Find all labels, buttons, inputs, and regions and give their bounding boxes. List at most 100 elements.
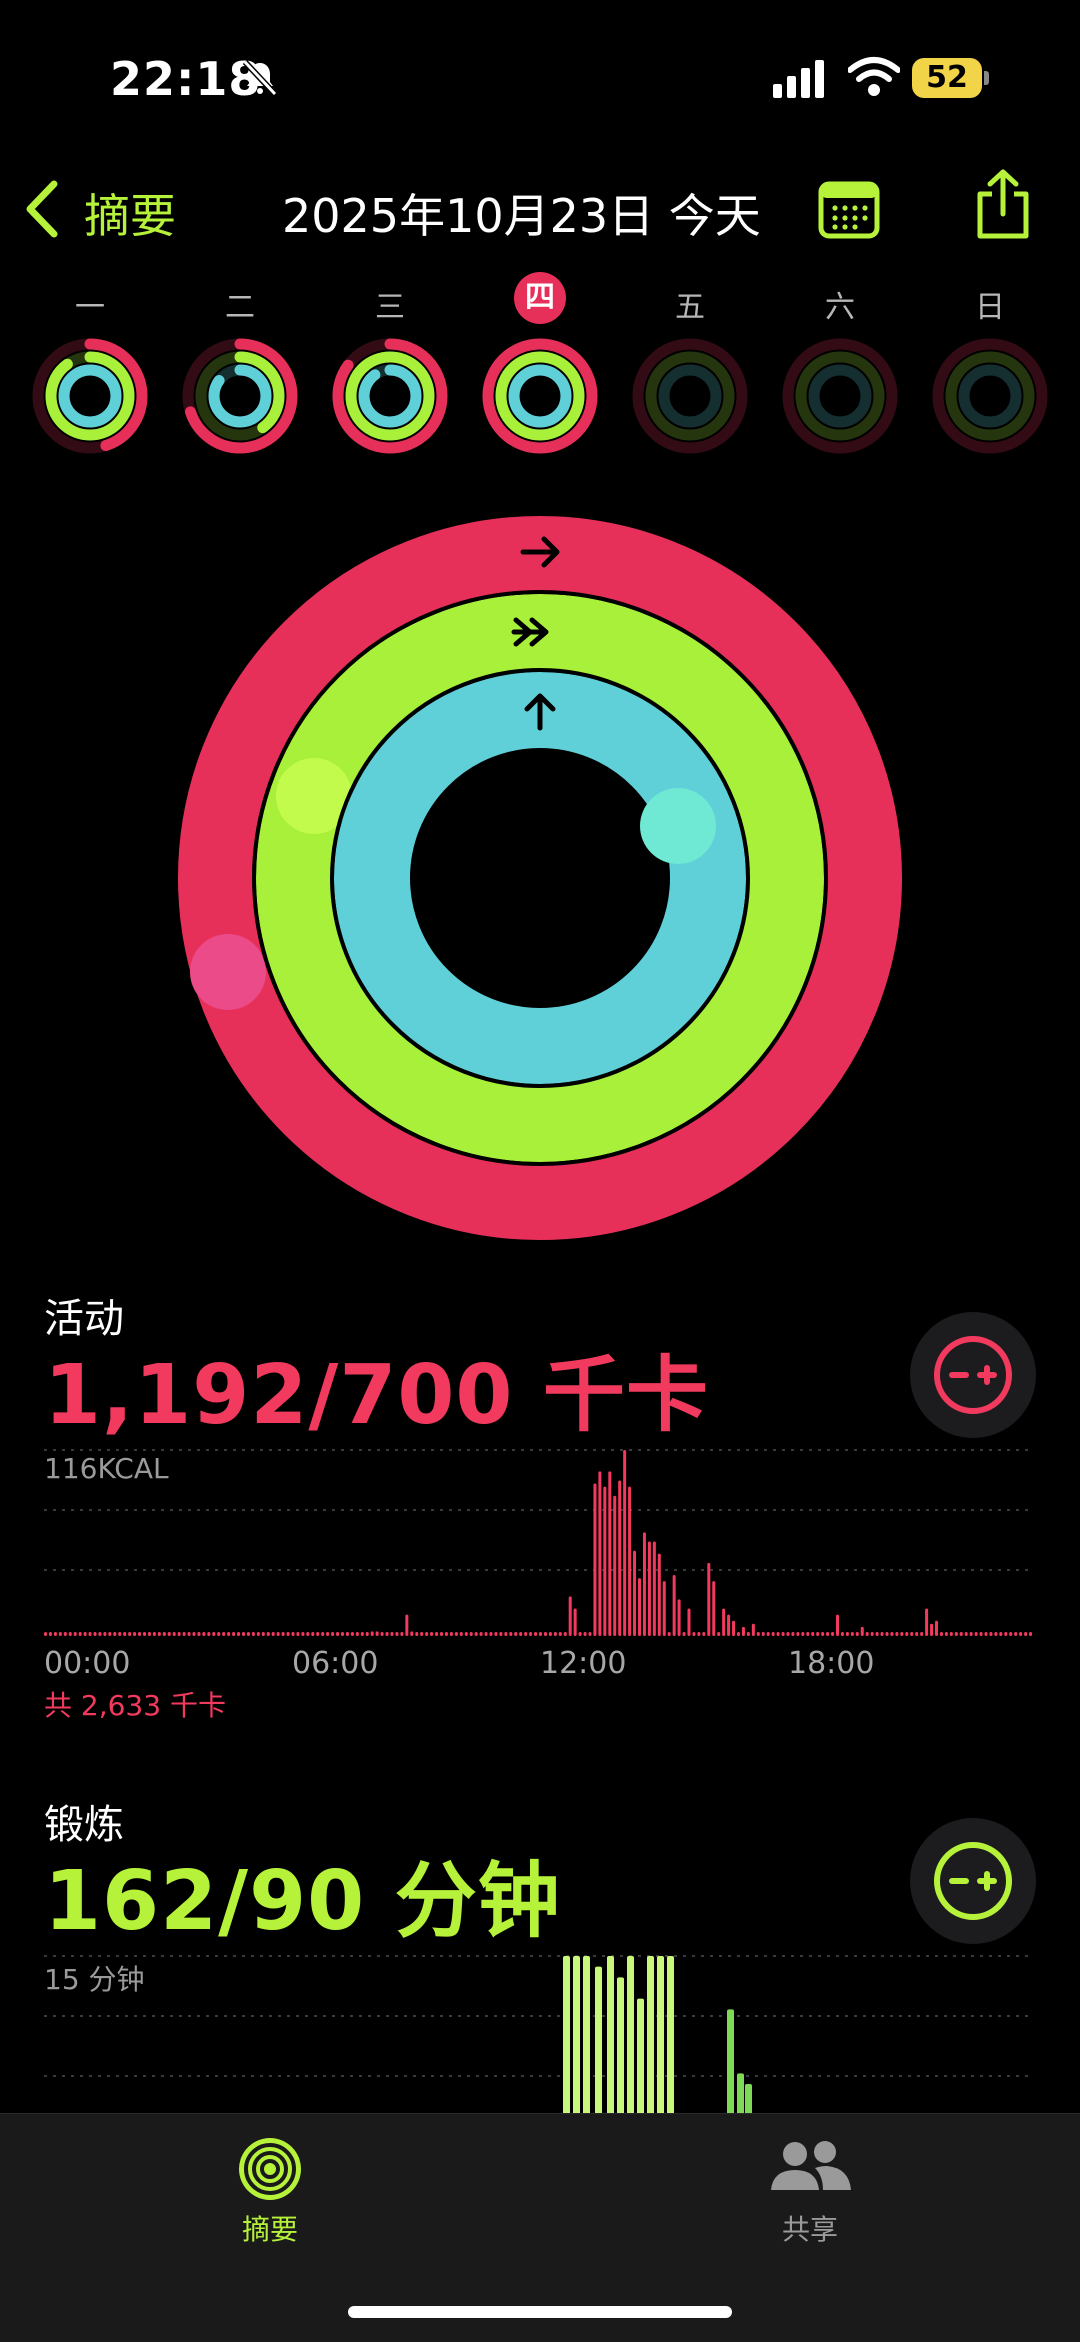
move-bar [573, 1608, 577, 1636]
move-bar [504, 1632, 508, 1636]
move-bar [63, 1632, 67, 1636]
move-bar [232, 1632, 236, 1636]
move-bar [212, 1632, 216, 1636]
tab-sharing[interactable]: 共享 [752, 2134, 868, 2248]
weekday-label-selected[interactable]: 四 [514, 272, 566, 324]
exercise-bar [563, 1956, 570, 2116]
move-bar [519, 1632, 523, 1636]
move-bar [628, 1486, 632, 1636]
exercise-bar [657, 1956, 664, 2116]
move-bar [529, 1632, 533, 1636]
move-bar [261, 1632, 265, 1636]
share-icon[interactable] [968, 168, 1038, 240]
move-bar [375, 1631, 379, 1636]
ring-progress [508, 364, 572, 428]
move-bar [895, 1632, 899, 1636]
move-bar [657, 1553, 661, 1636]
wifi-icon [848, 57, 900, 96]
move-bar [454, 1632, 458, 1636]
move-bar [756, 1632, 760, 1636]
day-rings-wed[interactable] [330, 336, 450, 456]
move-bar [687, 1608, 691, 1636]
move-bar [727, 1614, 731, 1636]
move-bar [900, 1632, 904, 1636]
move-bar [905, 1632, 909, 1636]
move-bar [88, 1632, 92, 1636]
calendar-icon[interactable] [818, 178, 880, 240]
move-bar [499, 1632, 503, 1636]
move-bar [197, 1632, 201, 1636]
move-bar [380, 1632, 384, 1636]
move-bar [915, 1632, 919, 1636]
tab-summary-label: 摘要 [241, 2213, 298, 2246]
move-bar [836, 1614, 839, 1636]
move-bar [697, 1632, 701, 1636]
move-bar [44, 1632, 47, 1636]
back-chevron-icon[interactable] [22, 178, 62, 240]
move-bar [642, 1532, 646, 1636]
move-bar [791, 1632, 795, 1636]
home-indicator [348, 2306, 732, 2318]
move-bar [296, 1632, 300, 1636]
tab-summary[interactable]: 摘要 [212, 2134, 328, 2248]
weekday-label: 三 [375, 290, 405, 325]
move-bar [350, 1632, 354, 1636]
move-bar [1029, 1632, 1033, 1636]
exercise-hourly-chart [44, 1955, 1034, 2116]
day-rings-tue[interactable] [180, 336, 300, 456]
status-time: 22:18 [110, 52, 262, 106]
move-bar [751, 1623, 755, 1636]
move-bar [331, 1632, 335, 1636]
move-goal-adjust-button[interactable] [910, 1312, 1036, 1438]
move-bar [712, 1581, 716, 1636]
move-bar [925, 1608, 929, 1636]
move-bar [162, 1632, 166, 1636]
day-rings-mon[interactable] [30, 336, 150, 456]
move-bar [766, 1632, 770, 1636]
move-bar [469, 1632, 473, 1636]
stand-ring [334, 672, 746, 1084]
day-rings-sun[interactable] [930, 336, 1050, 456]
move-bar [598, 1471, 602, 1636]
day-rings-fri[interactable] [630, 336, 750, 456]
move-bar [1004, 1632, 1008, 1636]
move-bar [722, 1608, 726, 1636]
back-button-label[interactable]: 摘要 [84, 180, 176, 246]
move-bar [568, 1596, 572, 1636]
move-bar [633, 1550, 637, 1636]
move-bar [969, 1632, 973, 1636]
move-bar [182, 1632, 186, 1636]
move-bar [133, 1632, 137, 1636]
move-bar [58, 1632, 62, 1636]
move-bar [345, 1632, 349, 1636]
move-bar [548, 1632, 552, 1636]
move-bar [509, 1632, 513, 1636]
move-bar [672, 1575, 676, 1636]
move-bar [276, 1632, 280, 1636]
move-bar [53, 1632, 57, 1636]
move-bar [370, 1631, 374, 1636]
adjust-goal-icon [934, 1336, 1012, 1414]
move-bar [746, 1632, 750, 1636]
move-bar [761, 1632, 765, 1636]
move-bar [336, 1632, 340, 1636]
move-bar [459, 1632, 463, 1636]
day-rings-thu[interactable] [480, 336, 600, 456]
move-bar [444, 1632, 448, 1636]
move-bar [885, 1632, 889, 1636]
move-bar [202, 1632, 206, 1636]
move-bar [816, 1632, 820, 1636]
move-bar [845, 1632, 849, 1636]
move-bar [435, 1632, 439, 1636]
move-bar [83, 1632, 87, 1636]
weekday-label: 六 [825, 290, 855, 325]
move-bar [821, 1632, 825, 1636]
move-bar [464, 1632, 468, 1636]
move-bar [984, 1632, 988, 1636]
exercise-goal-adjust-button[interactable] [910, 1818, 1036, 1944]
move-bar [692, 1632, 696, 1636]
battery-indicator: 52 [912, 58, 982, 98]
day-rings-sat[interactable] [780, 336, 900, 456]
move-bar [479, 1632, 483, 1636]
exercise-bar [627, 1956, 634, 2116]
